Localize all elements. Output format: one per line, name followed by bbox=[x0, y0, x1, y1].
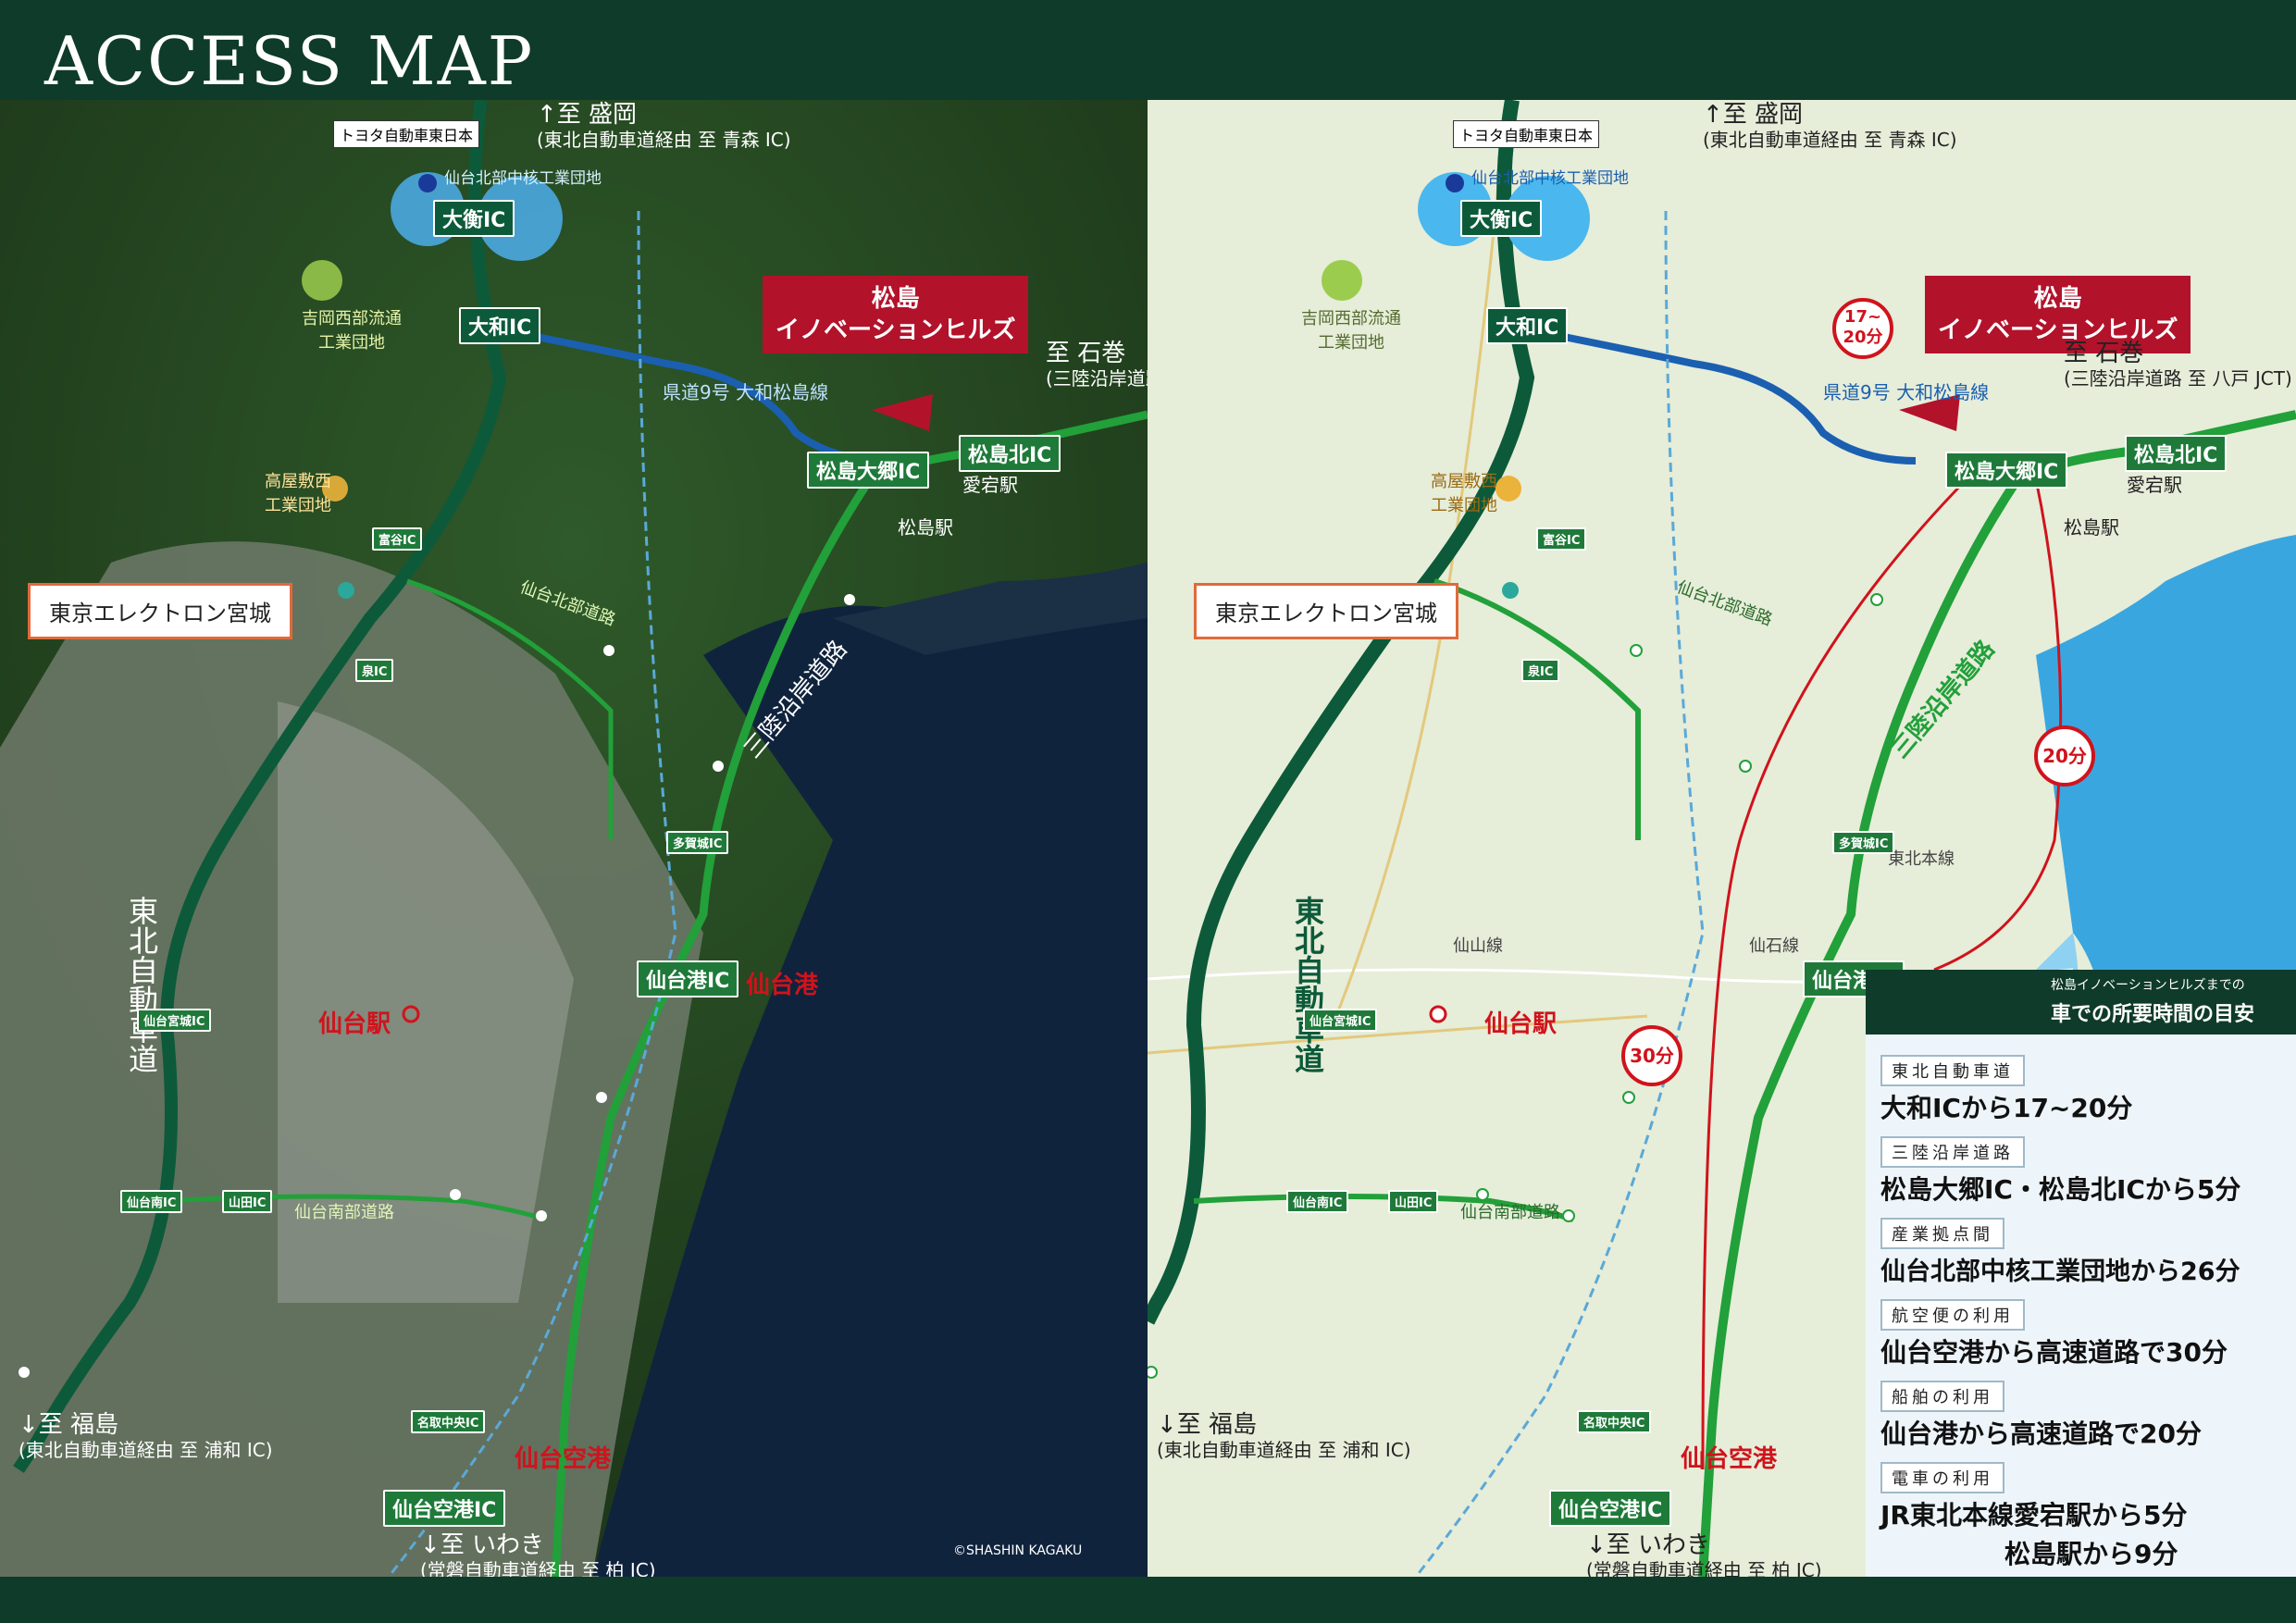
senzan-line-label: 仙山線 bbox=[1453, 936, 1503, 956]
route9-label-illus: 県道9号 大和松島線 bbox=[1823, 381, 1990, 403]
izumi-ic-illus[interactable]: 泉IC bbox=[1521, 659, 1560, 682]
footer-bar bbox=[0, 1577, 2296, 1623]
row-value: 仙台空港から高速道路で30分 bbox=[1880, 1337, 2228, 1368]
travel-time-title: 車での所要時間の目安 bbox=[2051, 1003, 2255, 1026]
tomiya-ic[interactable]: 富谷IC bbox=[372, 527, 423, 551]
sendaiko-ic[interactable]: 仙台港IC bbox=[637, 960, 739, 997]
yoshioka-label-illus: 吉岡西部流通 工業団地 bbox=[1301, 309, 1401, 353]
matsushima-kita-ic-illus[interactable]: 松島北IC bbox=[2125, 435, 2228, 472]
dir-iwaki: ↓至 いわき (常磐自動車道経由 至 柏 IC) bbox=[420, 1531, 656, 1577]
nanbu-road-label: 仙台南部道路 bbox=[294, 1203, 394, 1222]
row-value: JR東北本線愛宕駅から5分 bbox=[1880, 1500, 2188, 1530]
senseki-line-label: 仙石線 bbox=[1749, 936, 1799, 956]
sendai-station-label: 仙台駅 bbox=[318, 1010, 391, 1038]
header-bar: ACCESS MAP bbox=[0, 0, 2296, 100]
tohoku-expressway-label: 東北自動車道 bbox=[124, 896, 159, 1073]
atago-station: 愛宕駅 bbox=[962, 474, 1018, 496]
tagajo-ic-illus[interactable]: 多賀城IC bbox=[1832, 831, 1895, 854]
tohoku-line-label: 東北本線 bbox=[1888, 849, 1955, 869]
travel-time-subtitle: 松島イノベーションヒルズまでの bbox=[2051, 978, 2245, 993]
dir-fukushima: ↓至 福島 (東北自動車道経由 至 浦和 IC) bbox=[19, 1411, 273, 1461]
dir-fukushima-illus: ↓至 福島 (東北自動車道経由 至 浦和 IC) bbox=[1157, 1411, 1411, 1461]
row-category: 東北自動車道 bbox=[1880, 1055, 2025, 1086]
matsushima-kita-ic[interactable]: 松島北IC bbox=[959, 435, 1061, 472]
row-category: 三陸沿岸道路 bbox=[1880, 1136, 2025, 1168]
airport-label: 仙台空港 bbox=[515, 1445, 612, 1473]
row-value: 仙台北部中核工業団地から26分 bbox=[1880, 1258, 2240, 1286]
row-category: 電車の利用 bbox=[1880, 1462, 2004, 1493]
yamada-ic[interactable]: 山田IC bbox=[222, 1190, 273, 1213]
sendai-minami-ic-illus[interactable]: 仙台南IC bbox=[1286, 1190, 1349, 1213]
travel-time-list: 東北自動車道 大和ICから17~20分 三陸沿岸道路 松島大郷IC・松島北ICか… bbox=[1866, 1035, 2296, 1577]
natori-chuo-ic[interactable]: 名取中央IC bbox=[411, 1410, 486, 1433]
matsushima-station-illus: 松島駅 bbox=[2064, 516, 2119, 539]
row-category: 産業拠点間 bbox=[1880, 1218, 2004, 1249]
airport-ic[interactable]: 仙台空港IC bbox=[383, 1490, 506, 1527]
yamato-ic[interactable]: 大和IC bbox=[459, 307, 541, 344]
izumi-ic[interactable]: 泉IC bbox=[355, 659, 394, 682]
row-category: 航空便の利用 bbox=[1880, 1299, 2025, 1331]
travel-time-box: 松島イノベーションヒルズまでの 車での所要時間の目安 東北自動車道 大和ICから… bbox=[1866, 970, 2296, 1577]
page-title: ACCESS MAP bbox=[44, 22, 535, 100]
toyota-label: トヨタ自動車東日本 bbox=[333, 120, 480, 148]
north-park-label-illus: 仙台北部中核工業団地 bbox=[1471, 169, 1629, 188]
north-park-label: 仙台北部中核工業団地 bbox=[444, 169, 602, 188]
travel-time-header: 松島イノベーションヒルズまでの 車での所要時間の目安 bbox=[1866, 970, 2296, 1035]
row-category: 船舶の利用 bbox=[1880, 1381, 2004, 1412]
taihira-ic[interactable]: 大衡IC bbox=[433, 200, 515, 237]
dir-ishinomaki-illus: 至 石巻 (三陸沿岸道路 至 八戸 JCT) bbox=[2064, 340, 2292, 390]
takaya-label-illus: 高屋敷西 工業団地 bbox=[1431, 472, 1497, 515]
matsushima-hills-pin[interactable]: 松島 イノベーションヒルズ bbox=[763, 276, 1029, 353]
yamato-ic-illus[interactable]: 大和IC bbox=[1486, 307, 1569, 344]
nanbu-road-label-illus: 仙台南部道路 bbox=[1460, 1203, 1560, 1222]
dir-ishinomaki: 至 石巻(三陸沿岸道路 至 八戸 JCT) bbox=[1046, 340, 1148, 390]
dir-morioka: ↑至 盛岡 (東北自動車道経由 至 青森 IC) bbox=[537, 101, 791, 151]
yamada-ic-illus[interactable]: 山田IC bbox=[1388, 1190, 1439, 1213]
row-value: 松島駅から9分 bbox=[2004, 1539, 2178, 1569]
matsushima-station: 松島駅 bbox=[898, 516, 953, 539]
row-value: 大和ICから17~20分 bbox=[1880, 1093, 2133, 1123]
airport-label-illus: 仙台空港 bbox=[1681, 1445, 1778, 1473]
time-badge-yamato: 17~ 20分 bbox=[1832, 298, 1893, 359]
row-value: 松島大郷IC・松島北ICから5分 bbox=[1880, 1174, 2241, 1205]
sendaiko-label: 仙台港 bbox=[746, 972, 819, 999]
sendai-minami-ic[interactable]: 仙台南IC bbox=[120, 1190, 183, 1213]
sendai-miyagi-ic-illus[interactable]: 仙台宮城IC bbox=[1303, 1009, 1378, 1032]
yoshioka-label: 吉岡西部流通 工業団地 bbox=[302, 309, 402, 353]
dir-morioka-illus: ↑至 盛岡 (東北自動車道経由 至 青森 IC) bbox=[1703, 101, 1957, 151]
sendai-miyagi-ic[interactable]: 仙台宮城IC bbox=[137, 1009, 212, 1032]
route9-label: 県道9号 大和松島線 bbox=[663, 381, 829, 403]
airport-ic-illus[interactable]: 仙台空港IC bbox=[1549, 1490, 1672, 1527]
natori-chuo-ic-illus[interactable]: 名取中央IC bbox=[1577, 1410, 1652, 1433]
matsushima-oosato-ic[interactable]: 松島大郷IC bbox=[807, 452, 930, 489]
takaya-label: 高屋敷西 工業団地 bbox=[265, 472, 331, 515]
matsushima-oosato-ic-illus[interactable]: 松島大郷IC bbox=[1945, 452, 2068, 489]
row-value: 仙台港から高速道路で20分 bbox=[1880, 1419, 2202, 1449]
sendai-station-label-illus: 仙台駅 bbox=[1484, 1010, 1558, 1038]
tel-miyagi-callout-illus: 東京エレクトロン宮城 bbox=[1194, 583, 1458, 639]
tohoku-expressway-label-illus: 東北自動車道 bbox=[1290, 896, 1325, 1073]
satellite-map[interactable]: トヨタ自動車東日本 仙台北部中核工業団地 大衡IC 吉岡西部流通 工業団地 大和… bbox=[0, 100, 1148, 1577]
time-badge-port: 20分 bbox=[2034, 725, 2095, 787]
tel-miyagi-callout: 東京エレクトロン宮城 bbox=[28, 583, 292, 639]
time-badge-airport: 30分 bbox=[1621, 1025, 1682, 1086]
tomiya-ic-illus[interactable]: 富谷IC bbox=[1536, 527, 1587, 551]
taihira-ic-illus[interactable]: 大衡IC bbox=[1460, 200, 1543, 237]
copyright: ©SHASHIN KAGAKU bbox=[953, 1543, 1083, 1558]
dir-iwaki-illus: ↓至 いわき (常磐自動車道経由 至 柏 IC) bbox=[1586, 1531, 1822, 1577]
atago-station-illus: 愛宕駅 bbox=[2127, 474, 2182, 496]
toyota-label-illus: トヨタ自動車東日本 bbox=[1453, 120, 1600, 148]
tagajo-ic[interactable]: 多賀城IC bbox=[666, 831, 729, 854]
